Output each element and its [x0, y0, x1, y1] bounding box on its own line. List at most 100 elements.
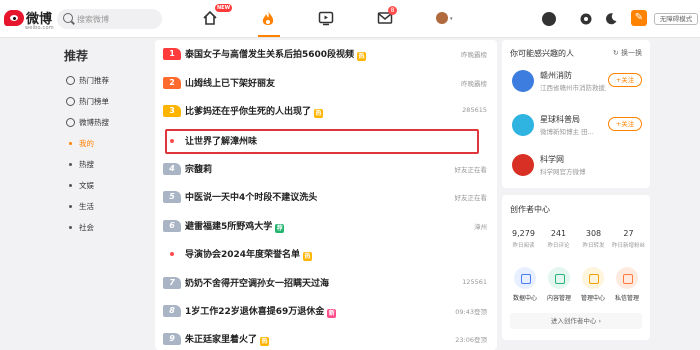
manage-center-button[interactable]: 管理中心	[576, 267, 610, 302]
bullet-icon	[69, 183, 72, 187]
stat-label: 昨日阅读	[512, 243, 535, 249]
data-center-button[interactable]: 数据中心	[508, 267, 542, 302]
hot-list-row[interactable]: 2 山姆线上已下架好丽友 昨晚霸榜	[155, 72, 497, 94]
rank-badge: 4	[163, 163, 181, 175]
sidebar-item-life[interactable]: 生活	[66, 198, 94, 214]
stat-item[interactable]: 27 昨日新增粉丝	[610, 229, 647, 249]
creator-center-card: 创作者中心 9,279 昨日阅读 241 昨日评论 308 昨日转发 27 昨日…	[502, 195, 650, 340]
dark-mode-button[interactable]	[604, 11, 620, 27]
hot-nav[interactable]	[260, 10, 278, 28]
hot-topic-title: 山姆线上已下架好丽友	[185, 79, 276, 89]
new-tag: 新	[327, 309, 337, 318]
row-meta: 昨晚霸榜	[461, 51, 487, 59]
sidebar-item-hot-search[interactable]: 微博热搜	[66, 114, 109, 130]
hot-tag: 热	[357, 52, 367, 61]
hot-search-list: 1 泰国女子与高僧发生关系后拍5600段视频热 昨晚霸榜 2 山姆线上已下架好丽…	[155, 40, 497, 350]
settings-button[interactable]	[579, 11, 595, 27]
message-nav[interactable]: 8	[377, 6, 397, 28]
recommended-user[interactable]: 星球科普局 微博新知博主 田... +关注	[510, 112, 644, 142]
hot-topic-title: 导演协会2024年度荣誉名单热	[185, 250, 313, 261]
hot-list-row[interactable]: 3 比爹妈还在乎你生死的人出现了热 285615	[155, 100, 497, 122]
stat-label: 昨日评论	[547, 243, 570, 249]
user-name: 赣州消防	[540, 71, 572, 80]
stat-item[interactable]: 308 昨日转发	[575, 229, 612, 249]
sidebar-item-society[interactable]: 社会	[66, 219, 94, 235]
pencil-icon: ✎	[634, 12, 644, 23]
row-meta: 好友正在看	[454, 166, 488, 174]
refresh-icon: ↻	[612, 49, 621, 57]
rank-badge: 2	[163, 77, 181, 89]
stat-value: 241	[550, 229, 567, 238]
tool-label: 管理中心	[580, 295, 605, 302]
row-meta: 漳州	[474, 223, 487, 231]
stat-item[interactable]: 9,279 昨日阅读	[505, 229, 542, 249]
hot-list-row[interactable]: 9 朱正廷家里着火了热 23:06登顶	[155, 328, 497, 350]
hot-list-row[interactable]: 4 宗馥莉 好友正在看	[155, 158, 497, 180]
stat-label: 昨日新增粉丝	[611, 243, 645, 249]
hot-topic-title: 中医说一天中4个时段不建议洗头	[185, 193, 318, 203]
enter-creator-center-button[interactable]: 进入创作者中心 ›	[510, 313, 642, 329]
hot-tag: 热	[260, 337, 270, 346]
recommended-users-card: 你可能感兴趣的人 ↻ 换一换 赣州消防 江西省赣州市消防救援支队 +关注 星球科…	[502, 40, 650, 188]
tool-label: 数据中心	[512, 295, 537, 302]
recommended-user[interactable]: 赣州消防 江西省赣州市消防救援支队 +关注	[510, 68, 644, 98]
hot-list-row[interactable]: 1 泰国女子与高僧发生关系后拍5600段视频热 昨晚霸榜	[155, 43, 497, 65]
weibo-eye-icon	[4, 10, 24, 26]
robot-button[interactable]	[541, 11, 557, 27]
sidebar-item-hot-list[interactable]: 热门榜单	[66, 93, 109, 109]
manage-center-icon	[582, 267, 604, 289]
search-box[interactable]	[57, 9, 162, 29]
accessibility-button[interactable]: 无障碍模式	[654, 13, 698, 25]
new-badge: NEW	[215, 4, 233, 12]
weibo-logo[interactable]: 微博 weibo.com	[4, 6, 54, 34]
robot-icon	[542, 12, 556, 26]
profile-nav[interactable]: ▾	[436, 10, 454, 28]
search-input[interactable]	[77, 11, 157, 27]
hot-list-row[interactable]: 5 中医说一天中4个时段不建议洗头 好友正在看	[155, 186, 497, 208]
rank-badge: 1	[163, 48, 181, 60]
sidebar-item-label: 我的	[79, 138, 94, 148]
recommend-tag: 荐	[275, 224, 285, 233]
left-sidebar: 推荐 热门推荐 热门榜单 微博热搜 我的 热搜 文娱 生活 社会	[56, 40, 152, 350]
hot-topic-title: 朱正廷家里着火了热	[185, 335, 270, 346]
rank-badge: 8	[163, 305, 181, 317]
hot-list-row[interactable]: 8 1岁工作22岁退休喜提69万退休金新 09:43登顶	[155, 300, 497, 322]
row-meta: 09:43登顶	[455, 308, 487, 316]
hot-topic-title: 1岁工作22岁退休喜提69万退休金新	[185, 307, 337, 318]
home-icon	[203, 10, 217, 25]
sidebar-item-hot-recommend[interactable]: 热门推荐	[66, 72, 109, 88]
follow-button[interactable]: +关注	[608, 73, 642, 87]
bullet-icon	[69, 225, 72, 229]
unread-badge: 8	[388, 6, 397, 15]
sidebar-item-label: 热搜	[79, 159, 94, 169]
avatar	[512, 114, 534, 136]
compose-button[interactable]: ✎	[631, 10, 647, 26]
hot-tag: 热	[303, 252, 313, 261]
stat-item[interactable]: 241 昨日评论	[540, 229, 577, 249]
sidebar-item-entertainment[interactable]: 文娱	[66, 177, 94, 193]
active-tab-indicator	[258, 35, 280, 37]
recommended-user[interactable]: 科学网 科学网官方微博	[510, 152, 644, 182]
home-nav[interactable]: NEW	[202, 4, 233, 28]
hot-list-row[interactable]: 7 奶奶不舍得开空调孙女一招瞒天过海 125561	[155, 272, 497, 294]
hot-list-row-promoted[interactable]: 导演协会2024年度荣誉名单热	[155, 243, 497, 265]
row-meta: 285615	[462, 106, 487, 114]
top-nav-bar: 微博 weibo.com NEW 8 ▾	[0, 0, 700, 38]
content-manage-button[interactable]: 内容管理	[542, 267, 576, 302]
stat-value: 9,279	[512, 229, 535, 238]
tool-label: 内容管理	[546, 295, 571, 302]
gear-icon	[580, 13, 592, 25]
message-manage-button[interactable]: 私信管理	[610, 267, 644, 302]
tool-label: 私信管理	[614, 295, 639, 302]
stat-value: 308	[585, 229, 602, 238]
sidebar-item-label: 生活	[79, 201, 94, 211]
follow-button[interactable]: +关注	[608, 117, 642, 131]
stat-value: 27	[623, 229, 634, 238]
refresh-button[interactable]: ↻ 换一换	[613, 48, 642, 58]
sidebar-item-mine[interactable]: 我的	[66, 135, 94, 151]
hot-list-row[interactable]: 6 避雷福建5所野鸡大学荐 漳州	[155, 215, 497, 237]
sidebar-item-trending[interactable]: 热搜	[66, 156, 94, 172]
hot-topic-title: 宗馥莉	[185, 165, 213, 175]
row-meta: 昨晚霸榜	[461, 80, 487, 88]
video-nav[interactable]	[318, 10, 336, 28]
